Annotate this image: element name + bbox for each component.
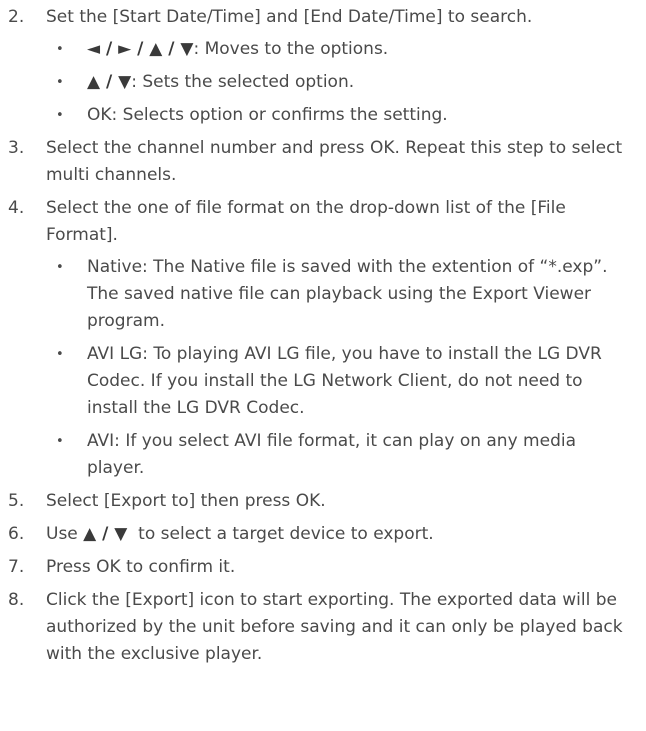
bullet-text: AVI LG: To playing AVI LG file, you have… bbox=[87, 344, 602, 418]
step-6: 6. Use ▲ / ▼ to select a target device t… bbox=[0, 521, 646, 548]
step-text: Press OK to confirm it. bbox=[46, 557, 236, 577]
step-number: 5. bbox=[8, 491, 25, 511]
bullet-text: : Moves to the options. bbox=[193, 39, 389, 59]
arrow-keys-icon: ◄ / ► / ▲ / ▼ bbox=[87, 39, 194, 59]
step-text: Set the [Start Date/Time] and [End Date/… bbox=[46, 7, 533, 27]
bullet-dot: • bbox=[56, 75, 64, 90]
step-text-prefix: Use bbox=[46, 524, 84, 544]
step-text: Click the [Export] icon to start exporti… bbox=[46, 590, 623, 664]
bullet-text: Native: The Native file is saved with th… bbox=[87, 257, 608, 331]
step-text: Select [Export to] then press OK. bbox=[46, 491, 326, 511]
bullet-list: • ◄ / ► / ▲ / ▼: Moves to the options. •… bbox=[46, 36, 636, 129]
step-3: 3. Select the channel number and press O… bbox=[0, 135, 646, 189]
step-number: 6. bbox=[8, 524, 25, 544]
manual-page: 2. Set the [Start Date/Time] and [End Da… bbox=[0, 0, 646, 731]
step-number: 2. bbox=[8, 7, 25, 27]
bullet-dot: • bbox=[56, 347, 64, 362]
up-down-keys-icon: ▲ / ▼ bbox=[83, 524, 128, 544]
step-5: 5. Select [Export to] then press OK. bbox=[0, 488, 646, 515]
step-text: Select the one of file format on the dro… bbox=[46, 198, 566, 245]
bullet-list: • Native: The Native file is saved with … bbox=[46, 254, 636, 482]
bullet-text: : Sets the selected option. bbox=[131, 72, 355, 92]
step-number: 3. bbox=[8, 138, 25, 158]
bullet-item: • Native: The Native file is saved with … bbox=[46, 254, 636, 335]
bullet-item: • ▲ / ▼: Sets the selected option. bbox=[46, 69, 636, 96]
step-text: to select a target device to export. bbox=[127, 524, 434, 544]
bullet-dot: • bbox=[56, 434, 64, 449]
bullet-item: • ◄ / ► / ▲ / ▼: Moves to the options. bbox=[46, 36, 636, 63]
step-7: 7. Press OK to confirm it. bbox=[0, 554, 646, 581]
step-2: 2. Set the [Start Date/Time] and [End Da… bbox=[0, 4, 646, 129]
bullet-text: OK: Selects option or confirms the setti… bbox=[87, 105, 448, 125]
bullet-item: • OK: Selects option or confirms the set… bbox=[46, 102, 636, 129]
bullet-item: • AVI LG: To playing AVI LG file, you ha… bbox=[46, 341, 636, 422]
step-number: 7. bbox=[8, 557, 25, 577]
step-text: Select the channel number and press OK. … bbox=[46, 138, 623, 185]
bullet-dot: • bbox=[56, 260, 64, 275]
bullet-item: • AVI: If you select AVI file format, it… bbox=[46, 428, 636, 482]
step-number: 4. bbox=[8, 198, 25, 218]
up-down-keys-icon: ▲ / ▼ bbox=[87, 72, 132, 92]
bullet-text: AVI: If you select AVI file format, it c… bbox=[87, 431, 576, 478]
step-8: 8. Click the [Export] icon to start expo… bbox=[0, 587, 646, 668]
bullet-dot: • bbox=[56, 108, 64, 123]
step-number: 8. bbox=[8, 590, 25, 610]
bullet-dot: • bbox=[56, 42, 64, 57]
step-4: 4. Select the one of file format on the … bbox=[0, 195, 646, 482]
